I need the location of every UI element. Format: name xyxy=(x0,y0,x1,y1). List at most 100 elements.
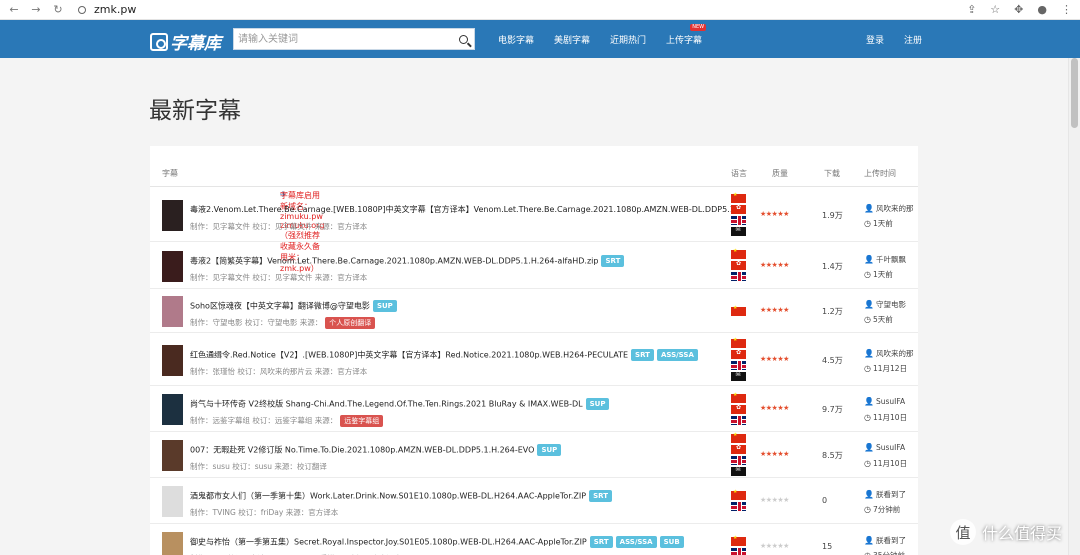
subtitle-title[interactable]: 尚气与十环传奇 V2终校版 Shang-Chi.And.The.Legend.O… xyxy=(190,398,610,410)
flag-cn-icon xyxy=(731,432,746,443)
download-count: 1.4万 xyxy=(822,261,843,271)
quality-rating: ★★★★★ xyxy=(760,354,789,363)
uploader-name[interactable]: 👤 朕看到了 xyxy=(864,535,914,546)
address-bar[interactable]: zmk.pw xyxy=(78,3,136,16)
upload-time-text: 11月12日 xyxy=(872,363,908,373)
subtitle-meta: 制作：见字幕文件 校订：见字幕文件 来源：官方译本 xyxy=(190,272,367,283)
subtitle-title[interactable]: 毒液2.Venom.Let.There.Be.Carnage.[WEB.1080… xyxy=(190,204,743,215)
nav-upload[interactable]: 上传字幕 NEW xyxy=(666,23,707,46)
subtitle-meta: 制作：张瑾怡 校订：风吹来的那片云 来源：官方译本 xyxy=(190,366,367,377)
quality-rating: ★★★★★ xyxy=(760,209,789,218)
user-icon: 👤 xyxy=(864,397,874,406)
col-subtitle: 字幕 xyxy=(162,169,178,178)
upload-time: ◷ 7分钟前 xyxy=(864,504,900,515)
flag-cn-icon xyxy=(731,489,746,500)
uploader-name[interactable]: 👤 朕看到了 xyxy=(864,489,914,500)
upload-time-text: 7分钟前 xyxy=(872,505,901,514)
subtitle-table: 字幕 ✈ 字幕库启用新域名：zimuku.pw zimuku.org （强烈推荐收… xyxy=(150,146,918,555)
page-scrollbar[interactable] xyxy=(1068,58,1080,555)
col-upload-time: 上传时间 xyxy=(864,169,896,178)
subtitle-title[interactable]: 007：无暇赴死 V2修订版 No.Time.To.Die.2021.1080p… xyxy=(190,444,562,456)
flag-uk-icon xyxy=(731,456,746,465)
poster-thumbnail[interactable] xyxy=(162,344,183,376)
subtitle-title[interactable]: 酒鬼都市女人们（第一季第十集）Work.Later.Drink.Now.S01E… xyxy=(190,490,612,502)
flag-cn-icon xyxy=(731,192,746,203)
subtitle-title[interactable]: Soho区惊魂夜【中英文字幕】翻译微博@守望电影 SUP xyxy=(190,300,397,312)
nav-tv-subtitles[interactable]: 美剧字幕 xyxy=(554,33,590,46)
extensions-icon[interactable]: ✥ xyxy=(1014,3,1023,16)
info-icon[interactable] xyxy=(78,5,86,14)
table-row[interactable]: 御史与祚怡（第一季第五集）Secret.Royal.Inspector.Joy.… xyxy=(150,524,918,555)
upload-time: ◷ 11月10日 xyxy=(864,412,907,423)
upload-time: ◷ 11月12日 xyxy=(864,363,907,374)
forward-icon[interactable]: → xyxy=(30,3,42,16)
flag-cn-icon xyxy=(731,248,746,259)
upload-time: ◷ 11月10日 xyxy=(864,458,907,469)
share-icon[interactable]: ⇪ xyxy=(967,3,976,16)
table-row[interactable]: 酒鬼都市女人们（第一季第十集）Work.Later.Drink.Now.S01E… xyxy=(150,478,918,524)
download-count: 15 xyxy=(822,542,833,551)
login-link[interactable]: 登录 xyxy=(866,33,884,46)
flag-pirate-icon xyxy=(731,225,746,236)
register-link[interactable]: 注册 xyxy=(904,33,922,46)
table-row[interactable]: 尚气与十环传奇 V2终校版 Shang-Chi.And.The.Legend.O… xyxy=(150,386,918,432)
subtitle-title[interactable]: 红色通缉令.Red.Notice【V2】.[WEB.1080P]中英文字幕【官方… xyxy=(190,348,698,361)
reload-icon[interactable]: ↻ xyxy=(52,3,64,16)
upload-time: ◷ 5天前 xyxy=(864,314,893,325)
uploader-text: 朕看到了 xyxy=(875,490,906,499)
table-row[interactable]: Soho区惊魂夜【中英文字幕】翻译微博@守望电影 SUP 制作：守望电影 校订：守望… xyxy=(150,289,918,333)
table-row[interactable]: 毒液2.Venom.Let.There.Be.Carnage.[WEB.1080… xyxy=(150,187,918,242)
poster-thumbnail[interactable] xyxy=(162,296,183,327)
uploader-name[interactable]: 👤 守望电影 xyxy=(864,299,914,310)
uploader-name[interactable]: 👤 SusuIFA xyxy=(864,397,914,406)
subtitle-meta: 制作：守望电影 校订：守望电影 来源： 个人原创翻译 xyxy=(190,317,376,329)
source-badge: 远鉴字幕组 xyxy=(340,415,384,427)
subtitle-title-text: 红色通缉令.Red.Notice【V2】.[WEB.1080P]中英文字幕【官方… xyxy=(190,350,629,359)
menu-kebab-icon[interactable]: ⋮ xyxy=(1061,3,1072,16)
download-count: 8.5万 xyxy=(822,451,843,460)
quality-rating: ★★★★★ xyxy=(760,542,789,550)
site-logo[interactable]: 字幕库 xyxy=(150,29,221,54)
poster-thumbnail[interactable] xyxy=(162,532,183,555)
scrollbar-thumb[interactable] xyxy=(1071,58,1078,128)
clock-icon: ◷ xyxy=(864,363,871,373)
browser-nav: ← → ↻ xyxy=(8,3,64,16)
poster-thumbnail[interactable] xyxy=(162,250,183,282)
search-input[interactable] xyxy=(234,29,452,49)
table-row[interactable]: 007：无暇赴死 V2修订版 No.Time.To.Die.2021.1080p… xyxy=(150,432,918,478)
table-row[interactable]: 毒液2【简繁英字幕】Venom.Let.There.Be.Carnage.202… xyxy=(150,242,918,289)
col-quality: 质量 xyxy=(772,169,788,178)
format-badge: ASS/SSA xyxy=(656,348,698,361)
subtitle-title[interactable]: 毒液2【简繁英字幕】Venom.Let.There.Be.Carnage.202… xyxy=(190,254,625,267)
nav-movie-subtitles[interactable]: 电影字幕 xyxy=(498,33,534,46)
uploader-name[interactable]: 👤 风吹来的那 xyxy=(864,203,914,214)
poster-thumbnail[interactable] xyxy=(162,486,183,517)
meta-text: 制作：TVING 校订：friDay 来源：官方译本 xyxy=(190,508,339,517)
page-title: 最新字幕 xyxy=(149,98,241,124)
table-row[interactable]: 红色通缉令.Red.Notice【V2】.[WEB.1080P]中英文字幕【官方… xyxy=(150,333,918,386)
auth-links: 登录 注册 xyxy=(866,20,922,58)
subtitle-title-text: 酒鬼都市女人们（第一季第十集）Work.Later.Drink.Now.S01E… xyxy=(190,491,587,501)
quality-rating: ★★★★★ xyxy=(760,404,789,412)
poster-thumbnail[interactable] xyxy=(162,394,183,425)
table-header: 字幕 ✈ 字幕库启用新域名：zimuku.pw zimuku.org （强烈推荐收… xyxy=(150,146,918,273)
uploader-name[interactable]: 👤 风吹来的那 xyxy=(864,348,914,359)
bookmark-star-icon[interactable]: ☆ xyxy=(990,3,1000,16)
uploader-name[interactable]: 👤 千叶飘飘 xyxy=(864,254,914,265)
language-flags xyxy=(731,432,746,476)
uploader-name[interactable]: 👤 SusuIFA xyxy=(864,443,914,452)
nav-recent-hot[interactable]: 近期热门 xyxy=(610,33,646,46)
upload-time-text: 1天前 xyxy=(872,218,893,228)
uploader-text: 千叶飘飘 xyxy=(875,254,906,264)
clock-icon: ◷ xyxy=(864,551,871,555)
search-button[interactable] xyxy=(452,29,474,49)
profile-icon[interactable]: ● xyxy=(1037,3,1047,16)
flag-pirate-icon xyxy=(731,465,746,476)
poster-thumbnail[interactable] xyxy=(162,199,183,231)
poster-thumbnail[interactable] xyxy=(162,440,183,471)
subtitle-title[interactable]: 御史与祚怡（第一季第五集）Secret.Royal.Inspector.Joy.… xyxy=(190,536,684,548)
flag-cn-icon xyxy=(731,535,746,546)
language-flags xyxy=(731,392,746,425)
back-icon[interactable]: ← xyxy=(8,3,20,16)
url-text: zmk.pw xyxy=(94,3,137,16)
